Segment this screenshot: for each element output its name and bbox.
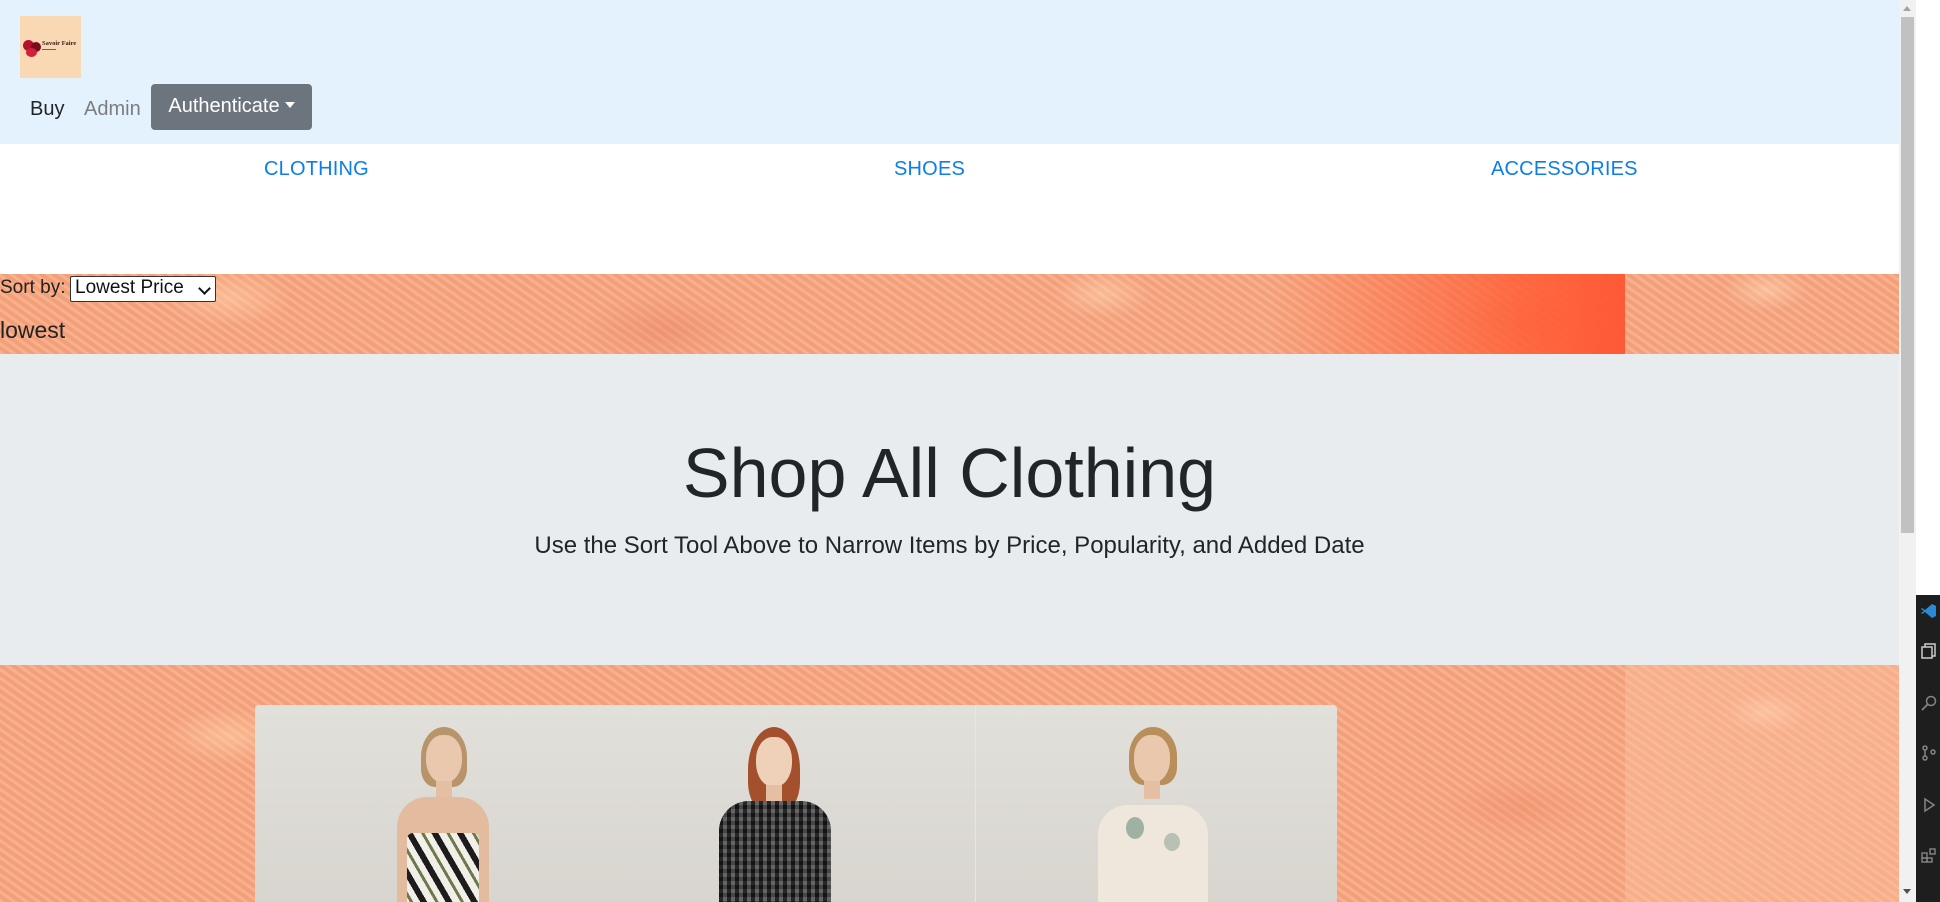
category-link-shoes[interactable]: SHOES (894, 158, 965, 181)
top-navbar: Savoir Faire Buy Admin Authenticate (0, 0, 1899, 144)
background-texture (1270, 274, 1625, 354)
activity-bar-panel (1916, 595, 1940, 902)
caret-down-icon (284, 101, 295, 108)
nav-link-admin[interactable]: Admin (84, 97, 141, 121)
blouse-print (1164, 833, 1180, 851)
model-floral-blouse (1098, 805, 1208, 902)
products-section (0, 665, 1899, 902)
product-image-2[interactable] (615, 705, 975, 902)
logo-mark (26, 48, 37, 57)
model-head (426, 735, 462, 783)
sort-section: Sort by: Lowest Price lowest (0, 274, 1899, 354)
model-gingham-overlay (719, 801, 831, 902)
scroll-up-arrow-icon[interactable] (1903, 6, 1911, 11)
scroll-down-arrow-icon[interactable] (1903, 889, 1911, 894)
jumbotron: Shop All Clothing Use the Sort Tool Abov… (0, 354, 1899, 665)
source-control-icon[interactable] (1921, 745, 1937, 761)
editor-activity-bar (1916, 0, 1940, 902)
explorer-icon[interactable] (1921, 643, 1937, 659)
blouse-print (1126, 817, 1144, 839)
sort-current-value: lowest (0, 317, 66, 343)
page-title: Shop All Clothing (682, 434, 1217, 512)
scrollbar-thumb[interactable] (1901, 17, 1914, 533)
model-neck (1144, 781, 1160, 799)
model-head (756, 737, 792, 787)
search-icon[interactable] (1921, 695, 1937, 711)
logo-underline (42, 49, 56, 50)
model-dress (407, 833, 479, 902)
brand-logo[interactable]: Savoir Faire (20, 16, 81, 78)
authenticate-label: Authenticate (168, 94, 280, 117)
authenticate-dropdown-button[interactable]: Authenticate (151, 84, 312, 130)
extensions-icon[interactable] (1921, 847, 1937, 863)
page-subtitle: Use the Sort Tool Above to Narrow Items … (534, 532, 1365, 559)
sort-selected-value: Lowest Price (75, 277, 184, 298)
nav-link-buy[interactable]: Buy (30, 97, 64, 121)
product-image-3[interactable] (976, 705, 1337, 902)
category-link-accessories[interactable]: ACCESSORIES (1491, 158, 1638, 181)
logo-text: Savoir Faire (42, 40, 77, 47)
category-link-clothing[interactable]: CLOTHING (264, 158, 369, 181)
product-carousel[interactable] (255, 705, 1337, 902)
browser-viewport: Savoir Faire Buy Admin Authenticate CLOT… (0, 0, 1899, 902)
sort-label: Sort by: (0, 277, 66, 298)
model-head (1134, 735, 1170, 783)
product-image-1[interactable] (255, 705, 615, 902)
sort-select[interactable]: Lowest Price (70, 276, 216, 302)
category-nav: CLOTHING SHOES ACCESSORIES (0, 144, 1899, 274)
background-texture (1625, 665, 1899, 902)
vscode-icon[interactable] (1921, 603, 1937, 619)
chevron-down-icon (198, 282, 211, 295)
vertical-scrollbar[interactable] (1899, 0, 1916, 902)
debug-icon[interactable] (1921, 797, 1937, 813)
